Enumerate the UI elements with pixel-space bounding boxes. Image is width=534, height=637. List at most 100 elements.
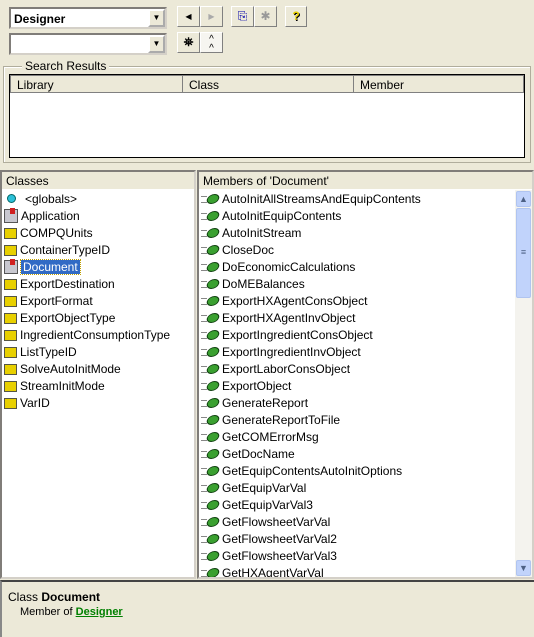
- member-item[interactable]: DoMEBalances: [199, 275, 532, 292]
- member-item-label: ExportObject: [222, 378, 292, 393]
- class-item[interactable]: StreamInitMode: [2, 377, 194, 394]
- enum-icon: [4, 227, 17, 239]
- member-item[interactable]: ExportObject: [199, 377, 532, 394]
- enum-icon: [4, 312, 17, 324]
- member-item-label: GetEquipContentsAutoInitOptions: [222, 463, 403, 478]
- classes-list[interactable]: <globals> Application COMPQUnits ContainerT…: [2, 190, 194, 411]
- member-item-label: GetFlowsheetVarVal: [222, 514, 331, 529]
- method-icon: [201, 549, 219, 563]
- class-item[interactable]: SolveAutoInitMode: [2, 360, 194, 377]
- member-item[interactable]: GetEquipVarVal3: [199, 496, 532, 513]
- scroll-up-button[interactable]: ▲: [516, 191, 531, 207]
- library-combo[interactable]: Designer ▼: [9, 7, 167, 29]
- view-definition-button[interactable]: ✱: [254, 6, 277, 27]
- enum-icon: [4, 278, 17, 290]
- member-item-label: DoEconomicCalculations: [222, 259, 356, 274]
- member-item[interactable]: GetHXAgentVarVal: [199, 564, 532, 577]
- enum-icon: [4, 329, 17, 341]
- member-item[interactable]: GetFlowsheetVarVal: [199, 513, 532, 530]
- back-button[interactable]: ◀: [177, 6, 200, 27]
- search-results-list[interactable]: Library Class Member: [9, 74, 525, 158]
- member-item-label: GetFlowsheetVarVal3: [222, 548, 337, 563]
- member-item-label: AutoInitStream: [222, 225, 302, 240]
- column-library[interactable]: Library: [11, 76, 183, 92]
- forward-button[interactable]: ▶: [200, 6, 223, 27]
- class-item[interactable]: ExportObjectType: [2, 309, 194, 326]
- column-class[interactable]: Class: [183, 76, 354, 92]
- enum-icon: [4, 397, 17, 409]
- method-icon: [201, 192, 219, 206]
- member-item-label: GetCOMErrorMsg: [222, 429, 319, 444]
- member-item[interactable]: ExportIngredientInvObject: [199, 343, 532, 360]
- member-item-label: DoMEBalances: [222, 276, 305, 291]
- member-item[interactable]: AutoInitAllStreamsAndEquipContents: [199, 190, 532, 207]
- member-item[interactable]: GenerateReportToFile: [199, 411, 532, 428]
- method-icon: [201, 498, 219, 512]
- member-item[interactable]: CloseDoc: [199, 241, 532, 258]
- member-item-label: GenerateReport: [222, 395, 309, 410]
- details-name: Document: [41, 590, 101, 604]
- method-icon: [201, 447, 219, 461]
- chevron-down-icon[interactable]: ▼: [148, 9, 165, 27]
- column-member[interactable]: Member: [354, 76, 523, 92]
- method-icon: [201, 430, 219, 444]
- scroll-down-button[interactable]: ▼: [516, 560, 531, 576]
- member-item[interactable]: GetCOMErrorMsg: [199, 428, 532, 445]
- member-item[interactable]: GetEquipVarVal: [199, 479, 532, 496]
- class-item[interactable]: ExportFormat: [2, 292, 194, 309]
- view-definition-icon: ✱: [260, 9, 271, 23]
- class-item[interactable]: Document: [2, 258, 194, 275]
- member-item[interactable]: GenerateReport: [199, 394, 532, 411]
- class-item[interactable]: VarID: [2, 394, 194, 411]
- member-item[interactable]: ExportHXAgentInvObject: [199, 309, 532, 326]
- class-item-label: ListTypeID: [20, 344, 77, 359]
- member-item-label: GetHXAgentVarVal: [222, 565, 324, 578]
- member-of-link[interactable]: Designer: [76, 606, 123, 618]
- details-pane: Class Document Member of Designer: [0, 580, 534, 637]
- search-button[interactable]: ⛯: [177, 32, 200, 53]
- members-list[interactable]: AutoInitAllStreamsAndEquipContents AutoIn…: [199, 190, 532, 577]
- member-item[interactable]: GetFlowsheetVarVal3: [199, 547, 532, 564]
- member-item[interactable]: GetEquipContentsAutoInitOptions: [199, 462, 532, 479]
- method-icon: [201, 413, 219, 427]
- toggle-search-results-button[interactable]: ^ ^: [200, 32, 223, 54]
- members-pane: Members of 'Document' AutoInitAllStreams…: [197, 170, 534, 579]
- search-combo[interactable]: ▼: [9, 33, 167, 55]
- class-item[interactable]: <globals>: [2, 190, 194, 207]
- help-icon: ?: [292, 9, 300, 23]
- method-icon: [201, 226, 219, 240]
- member-item[interactable]: GetDocName: [199, 445, 532, 462]
- scroll-thumb[interactable]: ≡: [516, 208, 531, 298]
- class-item[interactable]: ListTypeID: [2, 343, 194, 360]
- class-item[interactable]: COMPQUnits: [2, 224, 194, 241]
- member-item-label: ExportHXAgentConsObject: [222, 293, 368, 308]
- chevron-up-double-icon: ^ ^: [209, 34, 214, 54]
- class-item[interactable]: Application: [2, 207, 194, 224]
- method-icon: [201, 379, 219, 393]
- member-item[interactable]: ExportHXAgentConsObject: [199, 292, 532, 309]
- binoculars-icon: ⛯: [183, 35, 194, 49]
- help-button[interactable]: ?: [285, 6, 307, 27]
- member-item[interactable]: AutoInitEquipContents: [199, 207, 532, 224]
- search-results-header: Library Class Member: [10, 75, 524, 93]
- class-item-label: VarID: [20, 395, 50, 410]
- member-item[interactable]: ExportIngredientConsObject: [199, 326, 532, 343]
- class-item[interactable]: ExportDestination: [2, 275, 194, 292]
- method-icon: [201, 481, 219, 495]
- class-item[interactable]: IngredientConsumptionType: [2, 326, 194, 343]
- enum-icon: [4, 380, 17, 392]
- member-item[interactable]: ExportLaborConsObject: [199, 360, 532, 377]
- classes-pane: Classes <globals> Application COMPQUnits Co…: [0, 170, 196, 579]
- member-item-label: ExportIngredientInvObject: [222, 344, 361, 359]
- members-scrollbar[interactable]: ▲ ≡ ▼: [515, 190, 532, 577]
- details-kind: Class: [8, 590, 39, 604]
- member-item-label: GenerateReportToFile: [222, 412, 341, 427]
- copy-icon: ⎘: [237, 9, 248, 23]
- chevron-down-icon[interactable]: ▼: [148, 35, 165, 53]
- class-item[interactable]: ContainerTypeID: [2, 241, 194, 258]
- member-item[interactable]: DoEconomicCalculations: [199, 258, 532, 275]
- member-item[interactable]: GetFlowsheetVarVal2: [199, 530, 532, 547]
- copy-button[interactable]: ⎘: [231, 6, 254, 27]
- member-item[interactable]: AutoInitStream: [199, 224, 532, 241]
- class-item-label: StreamInitMode: [20, 378, 105, 393]
